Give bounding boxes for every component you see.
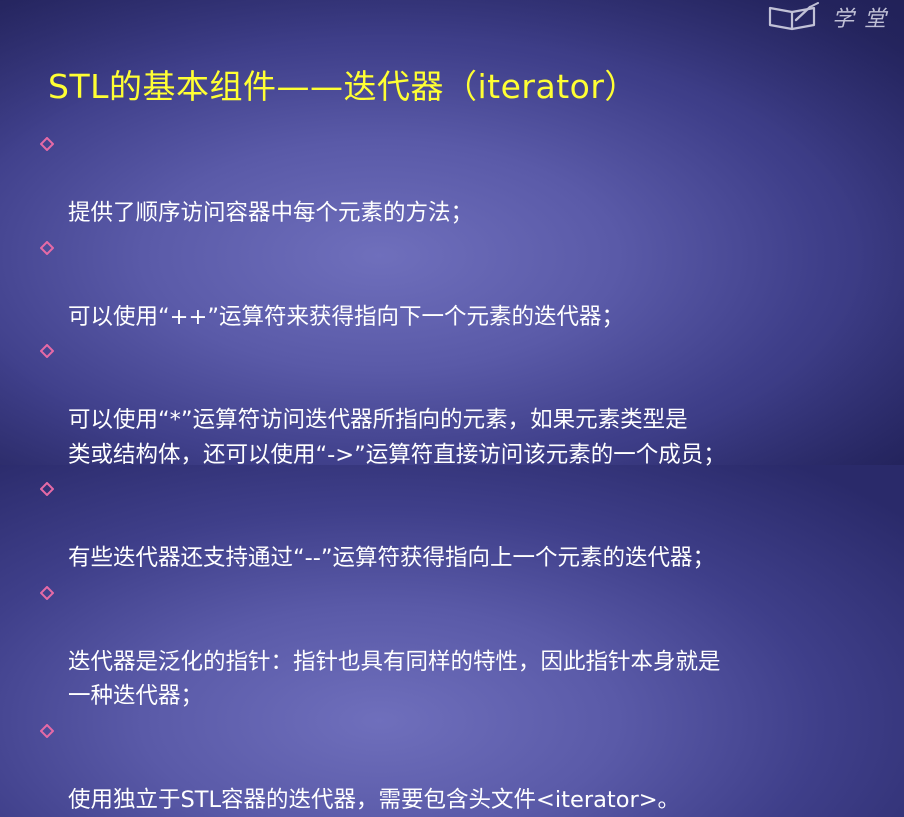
bullet-item: 使用独立于STL容器的迭代器，需要包含头文件<iterator>。 — [36, 714, 896, 817]
bullet-list: 提供了顺序访问容器中每个元素的方法； 可以使用“++”运算符来获得指向下一个元素… — [36, 127, 896, 817]
watermark-logo: 学堂 — [766, 0, 896, 34]
bullet-text: 可以使用“++”运算符来获得指向下一个元素的迭代器； — [68, 304, 624, 330]
watermark-text: 学堂 — [832, 1, 896, 33]
diamond-bullet-icon — [40, 344, 54, 358]
diamond-bullet-icon — [40, 137, 54, 151]
bullet-item: 可以使用“++”运算符来获得指向下一个元素的迭代器； — [36, 231, 896, 335]
diamond-bullet-icon — [40, 724, 54, 738]
bullet-text: 使用独立于STL容器的迭代器，需要包含头文件<iterator>。 — [68, 787, 680, 813]
bullet-item: 迭代器是泛化的指针：指针也具有同样的特性，因此指针本身就是 一种迭代器； — [36, 576, 896, 714]
bullet-text: 提供了顺序访问容器中每个元素的方法； — [68, 200, 473, 226]
bullet-item: 可以使用“*”运算符访问迭代器所指向的元素，如果元素类型是 类或结构体，还可以使… — [36, 334, 896, 472]
slide-title: STL的基本组件——迭代器（iterator） — [48, 60, 638, 108]
diamond-bullet-icon — [40, 586, 54, 600]
bullet-text: 有些迭代器还支持通过“--”运算符获得指向上一个元素的迭代器； — [68, 545, 715, 571]
book-icon — [766, 2, 822, 32]
diamond-bullet-icon — [40, 482, 54, 496]
bullet-text: 迭代器是泛化的指针：指针也具有同样的特性，因此指针本身就是 一种迭代器； — [68, 649, 721, 710]
bullet-text: 可以使用“*”运算符访问迭代器所指向的元素，如果元素类型是 类或结构体，还可以使… — [68, 407, 726, 468]
bullet-item: 有些迭代器还支持通过“--”运算符获得指向上一个元素的迭代器； — [36, 472, 896, 576]
bullet-item: 提供了顺序访问容器中每个元素的方法； — [36, 127, 896, 231]
diamond-bullet-icon — [40, 241, 54, 255]
